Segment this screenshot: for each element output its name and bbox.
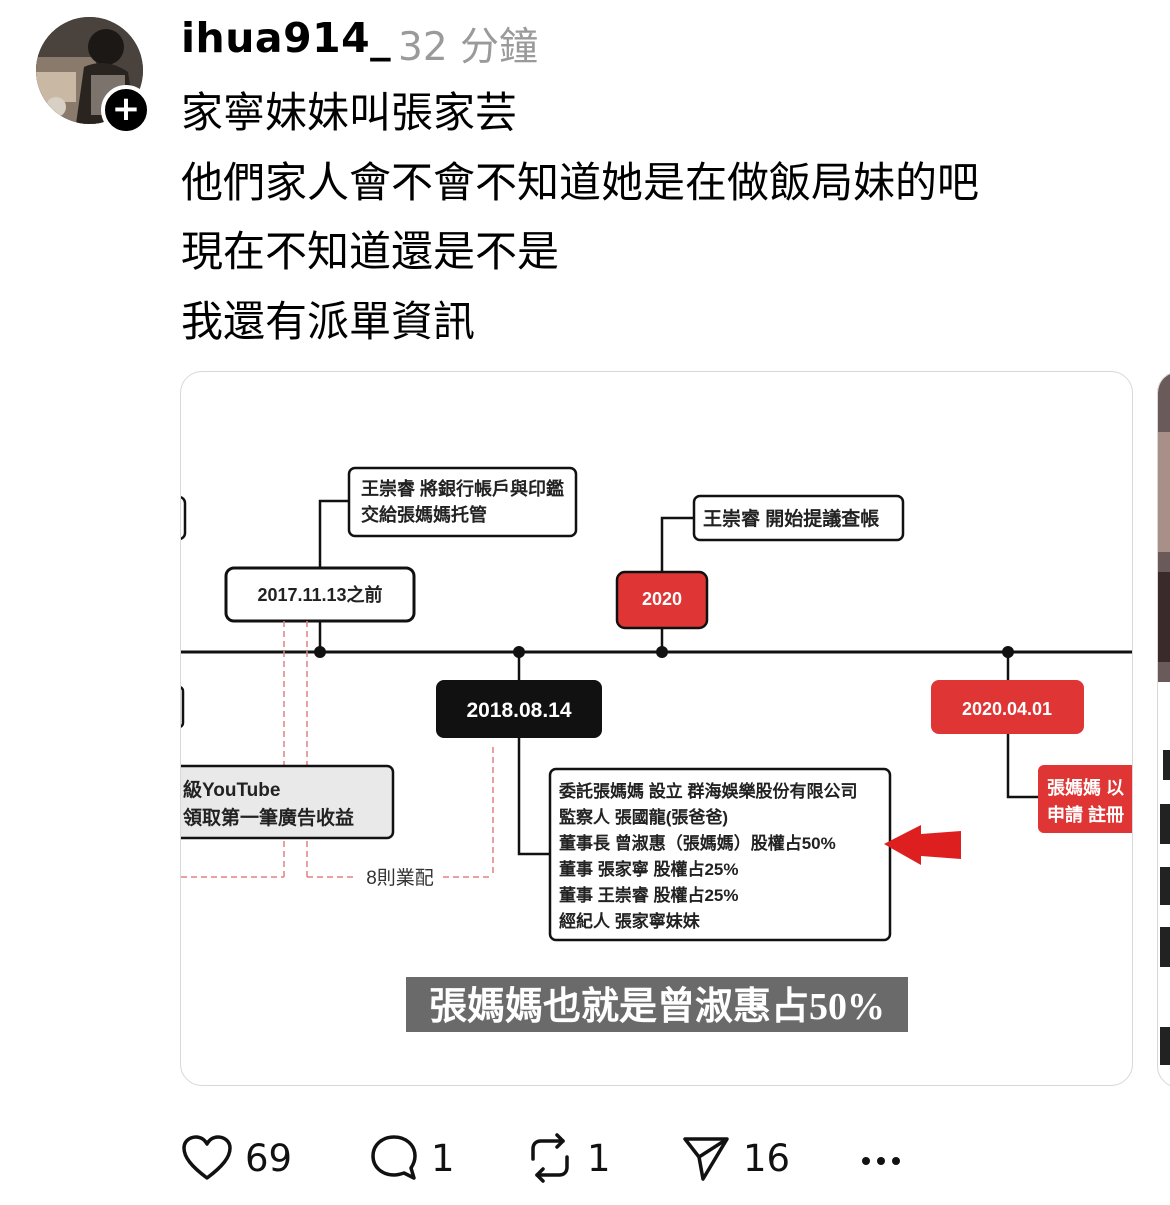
like-count: 69	[245, 1136, 293, 1180]
right-red-line2: 申請 註冊	[1047, 804, 1124, 825]
post-timestamp: 32 分鐘	[398, 25, 539, 70]
date-20200401-label: 2020.04.01	[962, 699, 1052, 719]
company-line: 監察人 張國龍(張爸爸)	[559, 807, 728, 827]
date-2020-label: 2020	[642, 589, 682, 609]
date-2018-label: 2018.08.14	[466, 699, 571, 722]
reply-button[interactable]: 1	[369, 1132, 455, 1184]
share-button[interactable]: 16	[681, 1132, 790, 1184]
post-line: 他們家人會不會不知道她是在做飯局妹的吧	[181, 157, 980, 207]
reply-count: 1	[431, 1136, 455, 1180]
company-line: 委託張媽媽 設立 群海娛樂股份有限公司	[558, 781, 857, 801]
red-arrow-icon	[884, 825, 961, 865]
note-top-line2: 交給張媽媽托管	[361, 504, 487, 525]
label-8-ads: 8則業配	[366, 867, 434, 889]
repost-icon	[525, 1133, 575, 1183]
date-2017-label: 2017.11.13之前	[257, 584, 382, 605]
post-body: 家寧妹妹叫張家芸 他們家人會不會不知道她是在做飯局妹的吧 現在不知道還是不是 我…	[181, 78, 979, 356]
image-caption: 張媽媽也就是曾淑惠占50%	[429, 986, 885, 1028]
company-line: 董事 王崇睿 股權占25%	[559, 885, 738, 905]
company-line: 董事長 曾淑惠（張媽媽）股權占50%	[559, 833, 836, 853]
share-count: 16	[743, 1136, 791, 1180]
repost-button[interactable]: 1	[525, 1132, 611, 1184]
comment-icon	[369, 1133, 419, 1183]
company-line: 經紀人 張家寧妹妹	[559, 911, 701, 931]
send-icon	[681, 1133, 731, 1183]
post-line: 現在不知道還是不是	[181, 227, 560, 276]
note-2020: 王崇睿 開始提議查帳	[703, 507, 879, 530]
note-top-line1: 王崇睿 將銀行帳戶與印鑑	[361, 478, 564, 499]
repost-count: 1	[587, 1136, 611, 1180]
post-image[interactable]: 王崇睿 將銀行帳戶與印鑑 交給張媽媽托管 2017.11.13之前 8則業配 級…	[180, 371, 1133, 1086]
post-line: 家寧妹妹叫張家芸	[181, 88, 518, 137]
company-line: 董事 張家寧 股權占25%	[559, 859, 738, 879]
next-image-preview[interactable]	[1157, 371, 1170, 1088]
heart-icon	[181, 1134, 233, 1182]
right-red-line1: 張媽媽 以	[1047, 777, 1124, 798]
post-line: 我還有派單資訊	[181, 296, 476, 346]
username[interactable]: ihua914_	[181, 14, 391, 62]
left-box-line1: 級YouTube	[183, 778, 280, 801]
follow-plus-icon[interactable]: +	[101, 85, 151, 135]
like-button[interactable]: 69	[181, 1132, 292, 1184]
left-box-line2: 領取第一筆廣告收益	[183, 806, 354, 829]
more-icon[interactable]	[860, 1143, 902, 1169]
